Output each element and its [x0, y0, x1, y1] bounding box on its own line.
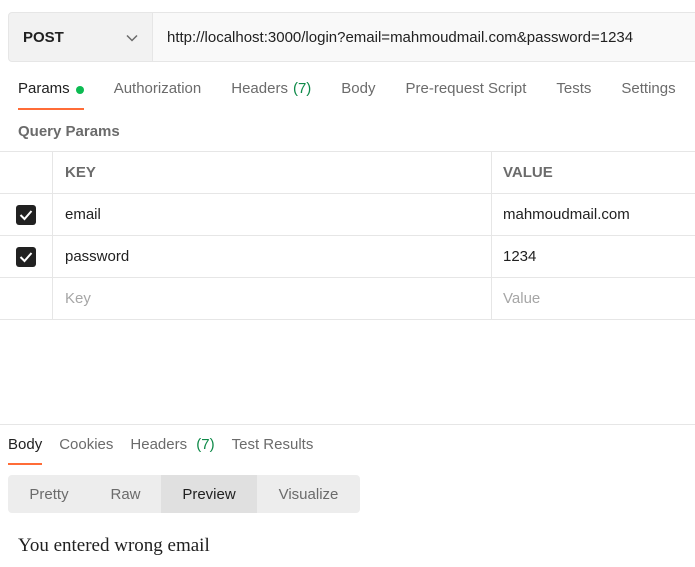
- view-pretty-button[interactable]: Pretty: [8, 475, 90, 513]
- row-check-cell: [0, 278, 53, 319]
- tab-tests-label: Tests: [556, 80, 592, 97]
- view-mode-selector: Pretty Raw Preview Visualize: [8, 475, 360, 513]
- new-key-input[interactable]: Key: [53, 278, 492, 319]
- response-tab-cookies-label: Cookies: [59, 436, 114, 453]
- tab-prerequest-script[interactable]: Pre-request Script: [406, 80, 527, 110]
- param-enabled-checkbox[interactable]: [16, 246, 36, 267]
- tab-body-label: Body: [341, 80, 376, 97]
- view-preview-button[interactable]: Preview: [161, 475, 257, 513]
- value-column-header: VALUE: [503, 164, 553, 181]
- new-value-input[interactable]: Value: [492, 278, 695, 319]
- tab-params-label: Params: [18, 80, 70, 97]
- response-tab-body[interactable]: Body: [8, 436, 43, 465]
- response-tab-headers[interactable]: Headers (7): [130, 436, 214, 465]
- method-select[interactable]: POST: [9, 13, 153, 61]
- tab-settings[interactable]: Settings: [621, 80, 675, 110]
- tab-tests[interactable]: Tests: [556, 80, 591, 110]
- param-enabled-checkbox[interactable]: [16, 204, 36, 225]
- checkmark-icon: [19, 209, 33, 220]
- active-params-indicator: [75, 86, 84, 94]
- response-tab-test-results[interactable]: Test Results: [232, 436, 314, 465]
- view-raw-button[interactable]: Raw: [90, 475, 161, 513]
- tab-authorization[interactable]: Authorization: [114, 80, 202, 110]
- pane-divider[interactable]: [0, 424, 695, 425]
- response-preview-text: You entered wrong email: [18, 535, 210, 556]
- table-header-row: KEY VALUE: [0, 152, 695, 194]
- checkmark-icon: [19, 251, 33, 262]
- response-tabs: Body Cookies Headers (7) Test Results: [8, 436, 330, 465]
- request-bar: POST http://localhost:3000/login?email=m…: [8, 12, 695, 62]
- param-key[interactable]: password: [53, 236, 492, 277]
- method-label: POST: [23, 28, 64, 46]
- row-check-cell: [0, 236, 53, 277]
- response-tab-cookies[interactable]: Cookies: [59, 436, 113, 465]
- tab-authorization-label: Authorization: [113, 80, 202, 97]
- table-row: password 1234: [0, 236, 695, 278]
- tab-prerequest-label: Pre-request Script: [405, 80, 527, 97]
- param-value[interactable]: 1234: [492, 236, 695, 277]
- view-visualize-button[interactable]: Visualize: [257, 475, 360, 513]
- header-check-cell: [0, 152, 53, 193]
- request-tabs: Params Authorization Headers (7) Body Pr…: [18, 80, 695, 112]
- url-input[interactable]: http://localhost:3000/login?email=mahmou…: [153, 13, 695, 61]
- table-row: email mahmoudmail.com: [0, 194, 695, 236]
- headers-count-badge: (7): [292, 80, 312, 97]
- tab-params[interactable]: Params: [18, 80, 84, 110]
- response-tab-body-label: Body: [8, 436, 43, 453]
- tab-headers[interactable]: Headers (7): [231, 80, 311, 110]
- tab-body[interactable]: Body: [341, 80, 375, 110]
- param-value[interactable]: mahmoudmail.com: [492, 194, 695, 235]
- chevron-down-icon: [126, 29, 138, 46]
- response-tab-test-results-label: Test Results: [231, 436, 314, 453]
- tab-settings-label: Settings: [621, 80, 676, 97]
- key-column-header: KEY: [53, 152, 492, 193]
- response-headers-count-badge: (7): [196, 436, 215, 453]
- table-row-new: Key Value: [0, 278, 695, 320]
- response-tab-headers-label: Headers: [130, 436, 188, 453]
- param-key[interactable]: email: [53, 194, 492, 235]
- query-params-title: Query Params: [18, 123, 120, 140]
- query-params-table: KEY VALUE email mahmoudmail.com password…: [0, 151, 695, 320]
- tab-headers-label: Headers: [231, 80, 288, 97]
- row-check-cell: [0, 194, 53, 235]
